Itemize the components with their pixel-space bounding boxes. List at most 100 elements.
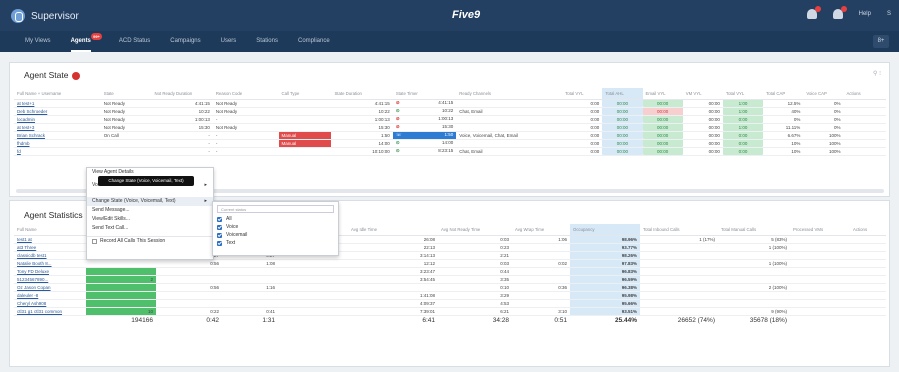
- table-row[interactable]: fhdmb - - Manual 14:00 ⊙ 14:00 0:00 00:00 00:00 00…: [14, 139, 886, 148]
- column-header[interactable]: Total CAP: [763, 88, 804, 100]
- option-voice[interactable]: Voice: [217, 223, 334, 231]
- checkbox-icon[interactable]: [92, 238, 97, 244]
- nav-add-button[interactable]: 8+: [873, 35, 889, 48]
- actions-cell[interactable]: [843, 147, 886, 156]
- agent-name-link[interactable]: daleuler -8: [14, 291, 86, 300]
- actions-cell[interactable]: [850, 307, 886, 316]
- table-row[interactable]: Cheryl Ash908 4:09:37 4:53 95.66%: [14, 299, 886, 308]
- tab-agents[interactable]: Agents 99+: [70, 31, 102, 52]
- agent-name-link[interactable]: Cheryl Ash908: [14, 299, 86, 308]
- user-menu[interactable]: S: [887, 11, 891, 17]
- actions-cell[interactable]: [850, 251, 886, 260]
- table-row[interactable]: daleuler -8 1:41:08 3:29 95.98%: [14, 291, 886, 300]
- agent-name-link[interactable]: ctl31 g1 ctl31 common: [14, 307, 86, 316]
- table-row[interactable]: Natalie Booth 8... 0:56 1:08 12:12 0:03 0:02 9…: [14, 259, 886, 268]
- column-header[interactable]: State: [100, 88, 152, 100]
- menu-edit-skills[interactable]: View/Edit Skills...: [87, 215, 213, 224]
- menu-send-message[interactable]: Send Message...: [87, 206, 213, 215]
- agent-name-link[interactable]: test1 at: [14, 235, 86, 244]
- column-header[interactable]: Voice CAP: [803, 88, 844, 100]
- table-row[interactable]: locadmin Not Ready 1:00:13-1:00:13 ⊘ 1:00:13…: [14, 115, 886, 124]
- column-header[interactable]: Total Manual Calls: [718, 224, 790, 236]
- menu-record-calls[interactable]: Record All Calls This Session: [87, 236, 213, 245]
- agent-name-link[interactable]: Oz Jason Copan: [14, 283, 86, 292]
- agent-name-link[interactable]: fd: [14, 147, 101, 156]
- table-row[interactable]: at test+3 Not Ready 15:30 Not Ready 15:30 ⊘ 15…: [14, 123, 886, 132]
- column-header[interactable]: VM VYL: [682, 88, 723, 100]
- checkbox-checked-icon[interactable]: [217, 224, 222, 230]
- agent-name-link[interactable]: Natalie Booth 8...: [14, 259, 86, 268]
- menu-send-text[interactable]: Send Text Call...: [87, 224, 213, 233]
- tab-campaigns[interactable]: Campaigns: [170, 31, 200, 52]
- tab-stations[interactable]: Stations: [256, 31, 278, 52]
- agent-name-link[interactable]: Brian Schrack: [14, 131, 101, 140]
- checkbox-checked-icon[interactable]: [217, 232, 222, 238]
- option-all[interactable]: All: [217, 215, 334, 223]
- column-header[interactable]: Total VYL: [562, 88, 603, 100]
- agent-name-link[interactable]: locadmin: [14, 115, 101, 124]
- actions-cell[interactable]: [850, 259, 886, 268]
- column-header[interactable]: State Duration: [331, 88, 393, 100]
- agent-name-link[interactable]: at test+3: [14, 123, 101, 132]
- column-header[interactable]: Avg Idle Time: [348, 224, 438, 236]
- actions-cell[interactable]: [843, 123, 886, 132]
- column-header[interactable]: Ready Channels: [456, 88, 563, 100]
- actions-cell[interactable]: [843, 107, 886, 116]
- column-header[interactable]: Call Type: [278, 88, 332, 100]
- column-header[interactable]: Total Inbound Calls: [640, 224, 718, 236]
- actions-cell[interactable]: [850, 267, 886, 276]
- actions-cell[interactable]: [850, 283, 886, 292]
- notification-bell-icon[interactable]: [806, 6, 821, 19]
- actions-cell[interactable]: [843, 115, 886, 124]
- table-row[interactable]: fd - -10:10:00 ⊙ 8:23:15 Chat, Email 0:00 00:00…: [14, 147, 886, 156]
- agent-name-link[interactable]: classicdb test1: [14, 251, 86, 260]
- actions-cell[interactable]: [850, 243, 886, 252]
- table-row[interactable]: Deb Schroeder Not Ready 10:22 Not Ready 10:2…: [14, 107, 886, 116]
- tab-compliance[interactable]: Compliance: [298, 31, 330, 52]
- column-header[interactable]: Processed VMs: [790, 224, 850, 236]
- column-header[interactable]: Actions: [850, 224, 886, 236]
- menu-change-state[interactable]: Change State (Voice, Voicemail, Text) ▸: [87, 197, 213, 206]
- table-row[interactable]: at test+1 Not Ready 4:41:15 Not Ready 4:41:1…: [14, 99, 886, 108]
- checkbox-checked-icon[interactable]: [217, 216, 222, 222]
- option-voicemail[interactable]: Voicemail: [217, 231, 334, 239]
- actions-cell[interactable]: [850, 275, 886, 284]
- agent-name-link[interactable]: Tony FD Deluxe: [14, 267, 86, 276]
- column-header[interactable]: Actions: [843, 88, 886, 100]
- agent-name-link[interactable]: Deb Schroeder: [14, 107, 101, 116]
- column-header[interactable]: Email VYL: [642, 88, 683, 100]
- column-header[interactable]: Total AHL: [602, 88, 643, 100]
- actions-cell[interactable]: [850, 299, 886, 308]
- checkbox-checked-icon[interactable]: [217, 240, 222, 246]
- column-header[interactable]: Reason Code: [212, 88, 279, 100]
- actions-cell[interactable]: [843, 139, 886, 148]
- tab-users[interactable]: Users: [221, 31, 237, 52]
- column-header[interactable]: Avg Wrap Time: [512, 224, 570, 236]
- agent-name-link[interactable]: at3 Three: [14, 243, 86, 252]
- actions-cell[interactable]: [850, 235, 886, 244]
- tab-acd-status[interactable]: ACD Status: [119, 31, 150, 52]
- actions-cell[interactable]: [843, 99, 886, 108]
- table-row[interactable]: Tony FD Deluxe 3:23:47 0:44 96.83%: [14, 267, 886, 276]
- help-menu[interactable]: Help: [859, 11, 871, 17]
- table-row[interactable]: 51234567890... 2 3:54:45 3:35 96.59%: [14, 275, 886, 284]
- column-header[interactable]: Full Name: [14, 224, 86, 236]
- column-header[interactable]: Avg Not Ready Time: [438, 224, 512, 236]
- table-row[interactable]: Oz Jason Copan 0:56 1:16 0:10 0:36 96.38% 2 (1…: [14, 283, 886, 292]
- agent-name-link[interactable]: at test+1: [14, 99, 101, 108]
- column-header[interactable]: State Timer: [392, 88, 457, 100]
- panel-tools-icon[interactable]: ⚲ ⁝: [873, 70, 881, 77]
- agent-name-link[interactable]: fhdmb: [14, 139, 101, 148]
- column-header[interactable]: Full Name + Username: [14, 88, 101, 100]
- actions-cell[interactable]: [843, 131, 886, 140]
- agent-name-link[interactable]: 51234567890...: [14, 275, 86, 284]
- tab-my-views[interactable]: My Views: [25, 31, 51, 52]
- option-text[interactable]: Text: [217, 239, 334, 247]
- table-row[interactable]: ctl31 g1 ctl31 common 10 0:22 0:41 7:39:01 6:…: [14, 307, 886, 316]
- table-row[interactable]: Brian Schrack On Call - - Manual 1:50 ☏ 1:50 Voi…: [14, 131, 886, 140]
- column-header[interactable]: Not Ready Duration: [151, 88, 213, 100]
- status-search-input[interactable]: Current status: [217, 205, 334, 213]
- column-header[interactable]: Total VYL: [722, 88, 764, 100]
- column-header[interactable]: Occupancy: [570, 224, 640, 236]
- alert-bell-icon[interactable]: [832, 6, 847, 19]
